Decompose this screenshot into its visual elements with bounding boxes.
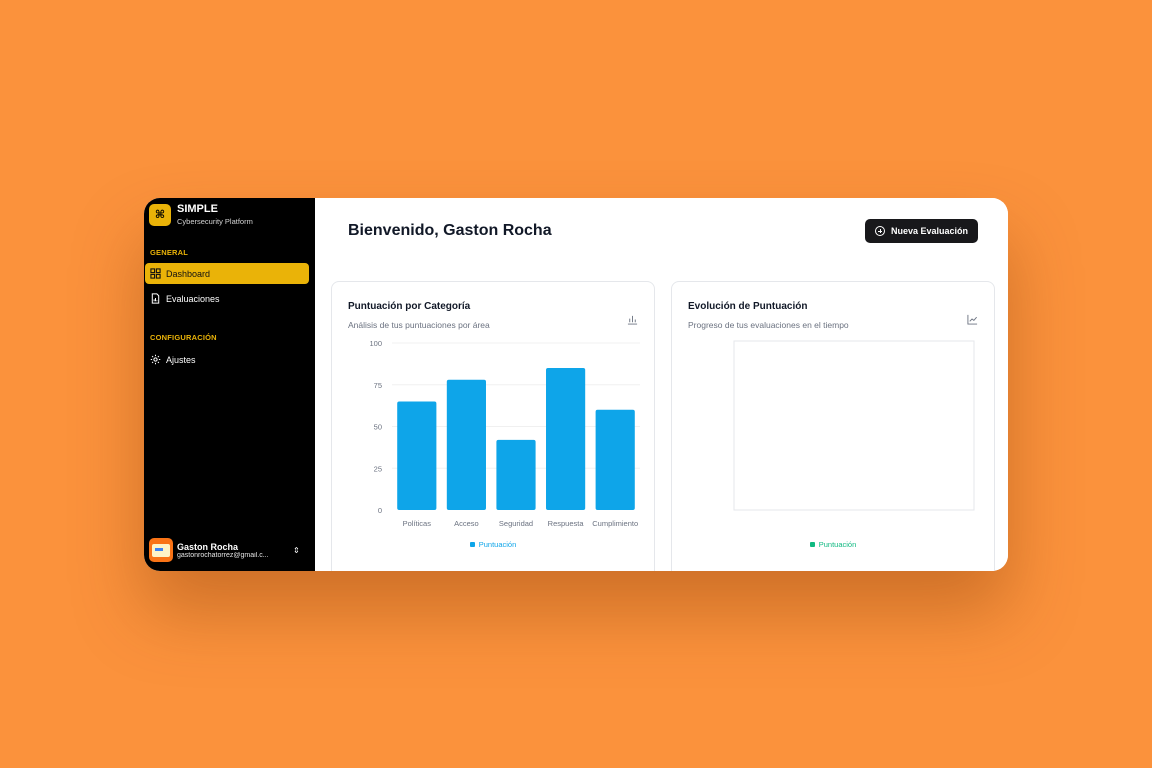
y-tick-label: 100 (369, 339, 382, 348)
y-tick-label: 25 (374, 464, 382, 473)
page-title: Bienvenido, Gaston Rocha (348, 222, 552, 239)
bar (496, 439, 536, 510)
x-tick-label: Seguridad (499, 519, 533, 528)
bar (595, 409, 635, 510)
brand-subtitle: Cybersecurity Platform (177, 217, 253, 226)
y-tick-label: 0 (378, 506, 382, 515)
sidebar-item-label: Evaluaciones (166, 293, 220, 304)
legend-label: Puntuación (818, 540, 857, 549)
chart-legend: Puntuación (672, 540, 994, 549)
brand[interactable]: ⌘ SIMPLE Cybersecurity Platform (149, 203, 253, 226)
legend-swatch (469, 542, 475, 547)
sidebar-item-dashboard[interactable]: Dashboard (145, 263, 309, 284)
legend-swatch (809, 542, 815, 547)
section-label-general: GENERAL (150, 248, 189, 257)
app-window: ⌘ SIMPLE Cybersecurity Platform GENERAL … (144, 198, 1008, 571)
sidebar-item-label: Ajustes (166, 354, 196, 365)
user-name: Gaston Rocha (177, 541, 239, 552)
score-evolution-card: Evolución de Puntuación Progreso de tus … (671, 281, 995, 571)
bar-chart: 0 25 50 75 100 Políticas Acceso Seguridad Respue… (369, 339, 640, 528)
y-tick-label: 75 (374, 381, 382, 390)
x-tick-label: Acceso (454, 519, 479, 528)
bar (446, 379, 486, 510)
sidebar-item-evaluaciones[interactable]: Evaluaciones (145, 288, 309, 309)
avatar (149, 538, 173, 562)
category-score-card: Puntuación por Categoría Análisis de tus… (331, 281, 655, 571)
x-tick-label: Cumplimiento (592, 519, 638, 528)
user-email: gastonrochatorrez@gmail.c... (177, 551, 269, 559)
x-tick-label: Políticas (403, 519, 432, 528)
dashboard-grid-icon (150, 268, 161, 279)
chevron-up-down-icon: ⇕ (293, 545, 300, 555)
file-chart-icon (150, 293, 161, 304)
bar (546, 368, 586, 510)
section-label-config: CONFIGURACIÓN (150, 333, 217, 342)
sidebar-item-label: Dashboard (166, 268, 211, 279)
x-tick-label: Respuesta (548, 519, 585, 528)
y-tick-label: 50 (374, 423, 382, 432)
new-evaluation-button[interactable]: Nueva Evaluación (864, 219, 978, 243)
chart-legend: Puntuación (332, 540, 654, 549)
new-evaluation-label: Nueva Evaluación (890, 226, 968, 236)
bar (397, 401, 437, 510)
brand-name: SIMPLE (177, 203, 218, 215)
plot-area (733, 340, 975, 511)
legend-label: Puntuación (478, 540, 517, 549)
gear-icon (150, 354, 161, 365)
command-icon: ⌘ (149, 203, 171, 226)
sidebar-item-ajustes[interactable]: Ajustes (145, 349, 309, 370)
sidebar: ⌘ SIMPLE Cybersecurity Platform GENERAL … (144, 198, 315, 571)
plus-circle-icon (874, 226, 885, 236)
line-chart (733, 340, 975, 511)
user-menu[interactable]: Gaston Rocha gastonrochatorrez@gmail.c..… (149, 537, 309, 563)
main-content: Bienvenido, Gaston Rocha Nueva Evaluació… (315, 198, 1008, 571)
